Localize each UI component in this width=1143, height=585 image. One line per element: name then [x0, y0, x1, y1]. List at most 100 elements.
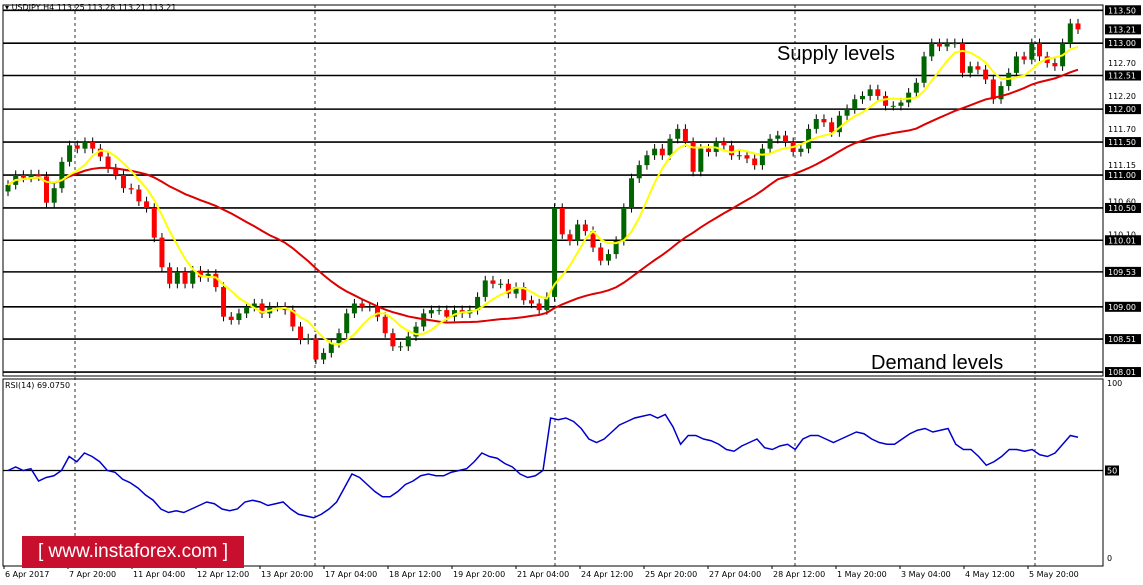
bear-candle: [721, 142, 727, 146]
header-dropdown-icon[interactable]: ▾: [5, 3, 9, 12]
bear-candle: [159, 237, 165, 268]
bull-candle: [428, 310, 434, 314]
bull-candle: [890, 105, 896, 107]
bear-candle: [559, 207, 565, 235]
bear-candle: [228, 316, 234, 320]
price-tick-label: 111.00: [1108, 171, 1136, 180]
ohlc-label: 113.25 113.28 113.21 113.21: [56, 3, 177, 12]
bull-candle: [867, 89, 873, 96]
bear-candle: [829, 122, 835, 133]
bull-candle: [236, 313, 242, 320]
bull-candle: [806, 128, 812, 149]
bull-candle: [344, 313, 350, 334]
bear-candle: [182, 271, 188, 284]
bull-candle: [498, 283, 504, 285]
bull-candle: [913, 82, 919, 93]
price-tick-label: 109.53: [1108, 268, 1136, 277]
bear-candle: [1021, 56, 1027, 60]
bear-candle: [936, 43, 942, 47]
bear-candle: [536, 303, 542, 311]
bull-candle: [405, 336, 411, 347]
rsi-title: RSI(14) 69.0750: [5, 381, 71, 390]
bull-candle: [336, 333, 342, 344]
bull-candle: [351, 303, 357, 314]
bear-candle: [136, 189, 142, 202]
bear-candle: [983, 69, 989, 80]
bear-candle: [36, 174, 42, 177]
x-tick-label: 11 Apr 04:00: [133, 570, 185, 579]
x-tick-label: 17 Apr 04:00: [325, 570, 377, 579]
price-tick-label: 111.15: [1108, 161, 1136, 170]
price-tick-label: 112.00: [1108, 105, 1136, 114]
bear-candle: [151, 207, 157, 238]
bull-candle: [675, 128, 681, 139]
bull-candle: [921, 56, 927, 83]
bull-candle: [605, 254, 611, 261]
price-tick-label: 108.51: [1108, 335, 1136, 344]
bear-candle: [90, 142, 96, 149]
price-tick-label: 113.50: [1108, 6, 1136, 15]
price-tick-label: 113.21: [1108, 25, 1136, 34]
bear-candle: [1037, 43, 1043, 57]
bear-candle: [1052, 62, 1058, 67]
x-tick-label: 21 Apr 04:00: [517, 570, 569, 579]
bull-candle: [667, 138, 673, 156]
bull-candle: [174, 271, 180, 284]
x-tick-label: 13 Apr 20:00: [261, 570, 313, 579]
bear-candle: [821, 119, 827, 123]
bear-candle: [144, 201, 150, 208]
bear-candle: [298, 326, 304, 340]
x-tick-label: 4 May 12:00: [965, 570, 1015, 579]
price-tick-label: 112.70: [1108, 59, 1136, 68]
bear-candle: [883, 95, 889, 106]
bull-candle: [82, 142, 88, 149]
chart-header: ▾ USDJPY,H4 113.25 113.28 113.21 113.21: [5, 3, 176, 12]
bull-candle: [190, 270, 196, 284]
x-tick-label: 5 May 20:00: [1029, 570, 1079, 579]
bull-candle: [636, 165, 642, 179]
x-tick-label: 19 Apr 20:00: [453, 570, 505, 579]
bear-candle: [567, 234, 573, 241]
bull-candle: [736, 155, 742, 157]
bear-candle: [382, 316, 388, 334]
bull-candle: [1067, 23, 1073, 44]
bull-candle: [859, 95, 865, 100]
bear-candle: [659, 148, 665, 156]
x-tick-label: 27 Apr 04:00: [709, 570, 761, 579]
x-tick-label: 12 Apr 12:00: [197, 570, 249, 579]
x-tick-label: 25 Apr 20:00: [645, 570, 697, 579]
bull-candle: [629, 178, 635, 208]
bull-candle: [813, 119, 819, 129]
bull-candle: [652, 148, 658, 156]
bear-candle: [105, 156, 111, 169]
bull-candle: [759, 148, 765, 166]
bear-candle: [167, 267, 173, 284]
slow-moving-average: [7, 68, 1079, 324]
price-tick-label: 112.51: [1108, 72, 1136, 81]
bull-candle: [575, 224, 581, 241]
bear-candle: [390, 333, 396, 347]
bull-candle: [51, 188, 57, 203]
bear-candle: [74, 145, 80, 149]
bear-candle: [729, 145, 735, 156]
x-tick-label: 18 Apr 12:00: [389, 570, 441, 579]
x-tick-label: 24 Apr 12:00: [581, 570, 633, 579]
bear-candle: [682, 128, 688, 143]
bear-candle: [875, 89, 881, 96]
bull-candle: [59, 161, 65, 189]
price-tick-label: 111.70: [1108, 125, 1136, 134]
x-tick-label: 7 Apr 20:00: [69, 570, 116, 579]
price-tick-label: 112.20: [1108, 92, 1136, 101]
bull-candle: [844, 109, 850, 116]
bull-candle: [644, 155, 650, 166]
bear-candle: [221, 287, 227, 317]
demand-levels-label: Demand levels: [871, 352, 1004, 374]
bear-candle: [128, 188, 134, 190]
x-tick-label: 28 Apr 12:00: [773, 570, 825, 579]
bear-candle: [752, 158, 758, 166]
bull-candle: [767, 138, 773, 149]
x-tick-label: 6 Apr 2017: [5, 570, 49, 579]
bear-candle: [598, 247, 604, 261]
bull-candle: [5, 184, 11, 192]
price-tick-label: 109.00: [1108, 303, 1136, 312]
